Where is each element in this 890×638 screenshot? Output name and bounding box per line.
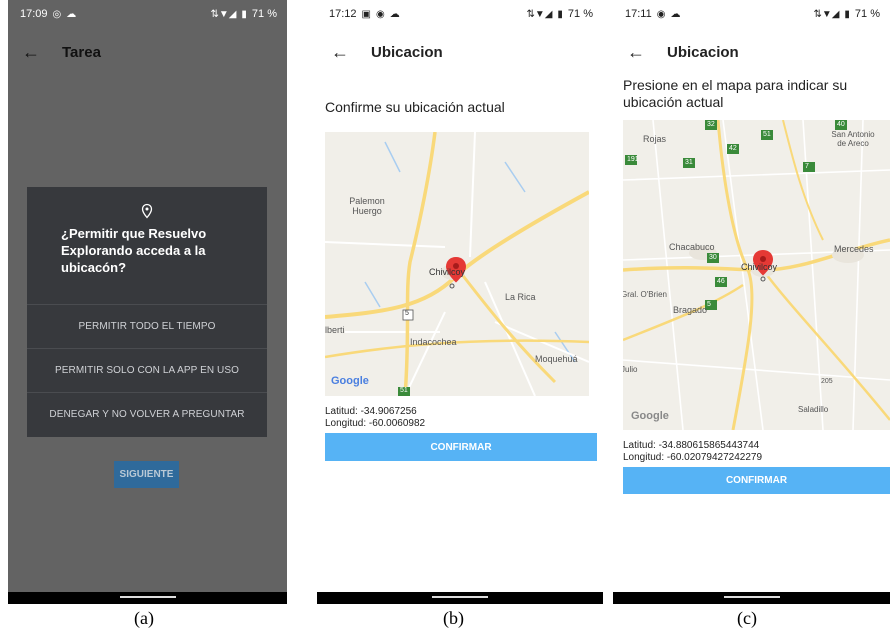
signal-icon: ⇅▼◢: [210, 8, 237, 20]
status-bar: 17:11 ◉ ☁ ⇅▼◢ ▮ 71 %: [613, 0, 890, 28]
map-label: Indacochea: [410, 337, 457, 347]
status-time: 17:11: [625, 8, 652, 20]
location-permission-dialog: ¿Permitir que Resuelvo Explorando acceda…: [27, 187, 267, 437]
home-handle[interactable]: [119, 596, 176, 598]
home-handle[interactable]: [723, 596, 780, 598]
cloud-icon: ☁: [66, 8, 77, 20]
map-label: Alberti: [325, 325, 345, 335]
latitude-label: Latitud: -34.9067256: [325, 406, 417, 417]
allow-all-time-option[interactable]: PERMITIR TODO EL TIEMPO: [27, 304, 267, 348]
map-label: Mercedes: [834, 244, 874, 254]
figure-caption-b: (b): [443, 608, 464, 628]
map-label: Chivilcoy: [741, 262, 778, 272]
route-shield: 51: [763, 131, 771, 138]
page-title: Ubicacion: [667, 43, 739, 61]
back-arrow-icon[interactable]: ←: [627, 43, 647, 61]
status-time: 17:12: [329, 8, 357, 20]
map-label: Chivilcoy: [429, 267, 466, 277]
next-button[interactable]: SIGUIENTE: [114, 461, 179, 488]
app-bar: ← Ubicacion: [317, 36, 603, 68]
battery-level: 71 %: [567, 8, 593, 20]
map-label: Gral. O'Brien: [623, 290, 667, 299]
battery-icon: ▮: [844, 8, 850, 20]
map-label: La Rica: [505, 292, 536, 302]
map-label: Moquehuá: [535, 354, 578, 364]
phone-screen-permission: 17:09 ◎ ☁ ⇅▼◢ ▮ 71 % ← Tarea ¿Permitir q…: [8, 0, 287, 604]
location-pin-icon: [141, 203, 153, 219]
status-bar: 17:12 ▣ ◉ ☁ ⇅▼◢ ▮ 71 %: [317, 0, 603, 28]
back-arrow-icon[interactable]: ←: [331, 43, 351, 61]
app-bar: ← Tarea: [8, 36, 287, 68]
route-shield: 205: [821, 378, 833, 385]
route-shield: 32: [707, 121, 715, 128]
route-shield: 31: [685, 159, 693, 166]
route-shield: 7: [805, 163, 809, 170]
status-time: 17:09: [20, 8, 48, 20]
cloud-icon: ☁: [389, 8, 400, 20]
cloud-icon: ☁: [670, 8, 681, 20]
map-label: Palemon Huergo: [349, 196, 385, 216]
allow-while-in-use-option[interactable]: PERMITIR SOLO CON LA APP EN USO: [27, 348, 267, 392]
dialog-title: ¿Permitir que Resuelvo Explorando acceda…: [61, 226, 207, 275]
battery-level: 71 %: [251, 8, 277, 20]
map-canvas: [623, 120, 890, 430]
phone-screen-pick-location: 17:11 ◉ ☁ ⇅▼◢ ▮ 71 % ← Ubicacion Presion…: [613, 0, 890, 604]
confirm-button[interactable]: CONFIRMAR: [623, 467, 890, 494]
deny-option[interactable]: DENEGAR Y NO VOLVER A PREGUNTAR: [27, 392, 267, 436]
route-shield: 30: [709, 254, 717, 261]
app-icon: ◉: [375, 8, 385, 20]
map-label: Rojas: [643, 134, 667, 144]
figure-caption-c: (c): [737, 608, 757, 628]
signal-icon: ⇅▼◢: [526, 8, 553, 20]
navigation-bar: [317, 592, 603, 604]
route-shield: 42: [729, 145, 737, 152]
route-shield: 5: [405, 310, 409, 317]
route-shield: 191: [627, 156, 639, 163]
signal-icon: ⇅▼◢: [813, 8, 840, 20]
location-prompt: Confirme su ubicación actual: [325, 99, 505, 115]
google-logo: Google: [331, 375, 369, 387]
image-icon: ▣: [361, 8, 371, 20]
navigation-bar: [8, 592, 287, 604]
route-shield: 51: [400, 387, 408, 394]
battery-icon: ▮: [241, 8, 247, 20]
latitude-label: Latitud: -34.880615865443744: [623, 440, 760, 451]
confirm-button[interactable]: CONFIRMAR: [325, 433, 597, 461]
battery-level: 71 %: [854, 8, 880, 20]
page-title: Tarea: [62, 43, 101, 61]
longitude-label: Longitud: -60.0060982: [325, 418, 426, 429]
map-label: Bragado: [673, 305, 708, 315]
app-bar: ← Ubicacion: [613, 36, 890, 68]
route-shield: 5: [707, 301, 711, 308]
longitude-label: Longitud: -60.02079427242279: [623, 452, 763, 463]
location-prompt: Presione en el mapa para indicar su ubic…: [623, 77, 848, 110]
instagram-icon: ◎: [52, 8, 62, 20]
route-shield: 46: [717, 278, 725, 285]
map-label: Saladillo: [798, 405, 829, 414]
phone-screen-confirm-location: 17:12 ▣ ◉ ☁ ⇅▼◢ ▮ 71 % ← Ubicacion Confi…: [317, 0, 603, 604]
route-shield: 40: [837, 121, 845, 128]
google-logo: Google: [631, 410, 669, 422]
map-view[interactable]: Rojas San Antonio de Areco Chacabuco Mer…: [623, 120, 890, 430]
back-arrow-icon[interactable]: ←: [22, 43, 42, 61]
map-label: San Antonio de Areco: [831, 130, 875, 148]
figure-caption-a: (a): [134, 608, 154, 628]
battery-icon: ▮: [557, 8, 563, 20]
status-bar: 17:09 ◎ ☁ ⇅▼◢ ▮ 71 %: [8, 0, 287, 28]
app-icon: ◉: [656, 8, 666, 20]
map-view[interactable]: Palemon Huergo Chivilcoy La Rica Alberti…: [325, 132, 589, 396]
map-label: Chacabuco: [669, 242, 715, 252]
home-handle[interactable]: [432, 596, 488, 598]
navigation-bar: [613, 592, 890, 604]
page-title: Ubicacion: [371, 43, 443, 61]
map-label: Julio: [623, 365, 638, 374]
